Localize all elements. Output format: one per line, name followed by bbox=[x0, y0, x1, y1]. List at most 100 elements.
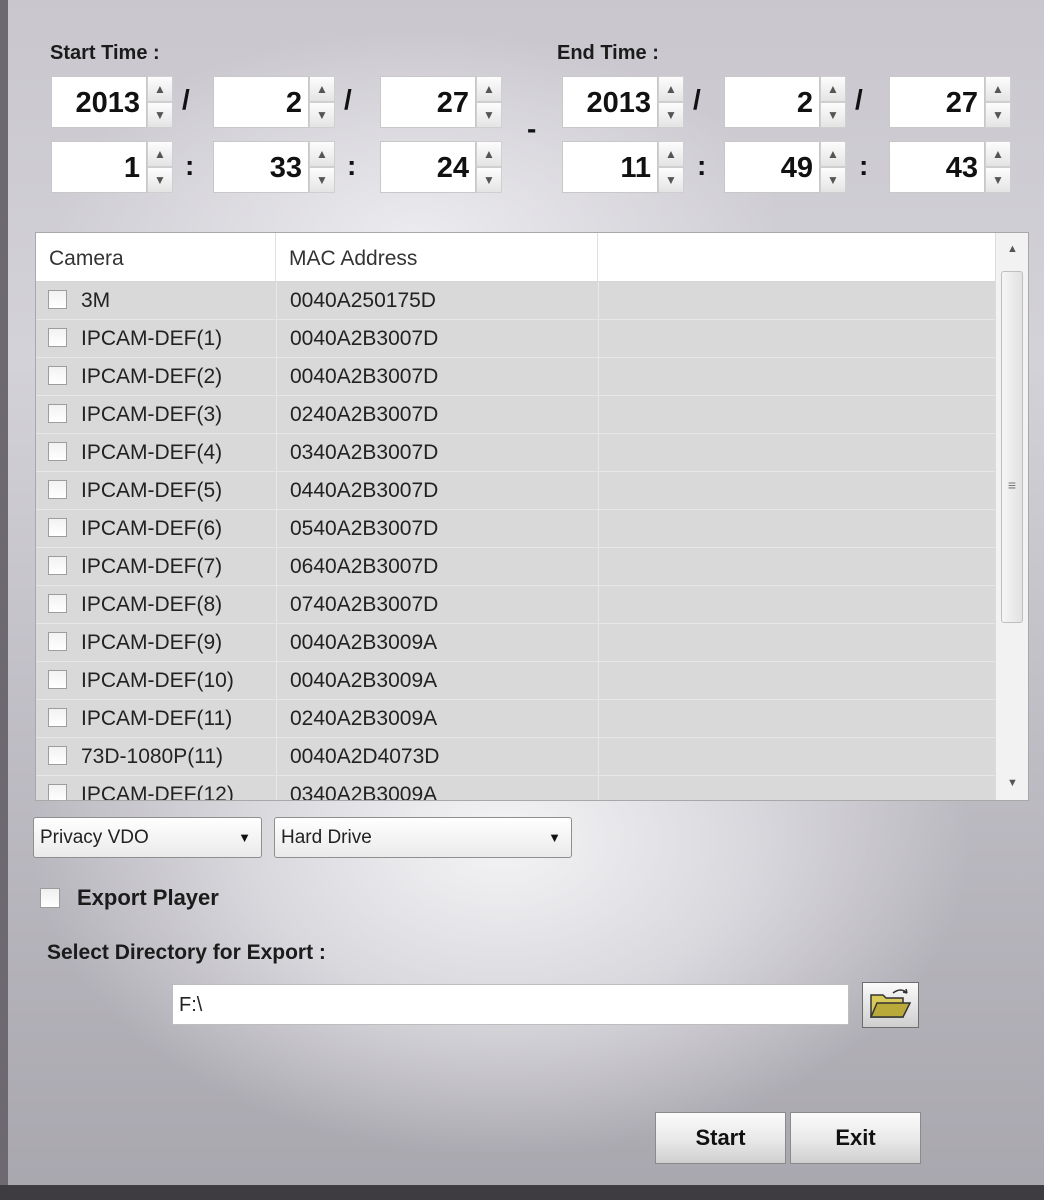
spin-up-icon[interactable]: ▲ bbox=[985, 141, 1011, 167]
end-day-spinner[interactable]: ▲ ▼ bbox=[985, 76, 1011, 128]
end-hour-field[interactable]: 11 bbox=[562, 141, 658, 193]
start-minute-spinner[interactable]: ▲ ▼ bbox=[309, 141, 335, 193]
row-checkbox[interactable] bbox=[48, 670, 67, 689]
camera-cell: IPCAM-DEF(10) bbox=[36, 662, 277, 699]
row-checkbox[interactable] bbox=[48, 328, 67, 347]
table-row[interactable]: IPCAM-DEF(7) 0640A2B3007D bbox=[36, 548, 997, 586]
start-hour-field[interactable]: 1 bbox=[51, 141, 147, 193]
spin-down-icon[interactable]: ▼ bbox=[147, 102, 173, 128]
table-row[interactable]: IPCAM-DEF(5) 0440A2B3007D bbox=[36, 472, 997, 510]
table-row[interactable]: IPCAM-DEF(11) 0240A2B3009A bbox=[36, 700, 997, 738]
table-row[interactable]: 3M 0040A250175D bbox=[36, 282, 997, 320]
spin-down-icon[interactable]: ▼ bbox=[476, 102, 502, 128]
start-month-field[interactable]: 2 bbox=[213, 76, 309, 128]
start-day-field[interactable]: 27 bbox=[380, 76, 476, 128]
row-checkbox[interactable] bbox=[48, 404, 67, 423]
row-checkbox[interactable] bbox=[48, 518, 67, 537]
export-directory-input[interactable]: F:\ bbox=[172, 984, 849, 1025]
spin-down-icon[interactable]: ▼ bbox=[820, 102, 846, 128]
vertical-scrollbar[interactable]: ▲ ≡ ▼ bbox=[995, 233, 1028, 800]
spin-up-icon[interactable]: ▲ bbox=[476, 76, 502, 102]
end-minute-field[interactable]: 49 bbox=[724, 141, 820, 193]
end-year-spinner[interactable]: ▲ ▼ bbox=[658, 76, 684, 128]
scroll-up-icon[interactable]: ▲ bbox=[996, 233, 1028, 266]
end-month-spinner[interactable]: ▲ ▼ bbox=[820, 76, 846, 128]
table-row[interactable]: IPCAM-DEF(1) 0040A2B3007D bbox=[36, 320, 997, 358]
table-row[interactable]: IPCAM-DEF(12) 0340A2B3009A bbox=[36, 776, 997, 801]
spin-up-icon[interactable]: ▲ bbox=[658, 141, 684, 167]
start-button[interactable]: Start bbox=[655, 1112, 786, 1164]
camera-cell: IPCAM-DEF(7) bbox=[36, 548, 277, 585]
start-second-field[interactable]: 24 bbox=[380, 141, 476, 193]
spin-up-icon[interactable]: ▲ bbox=[147, 141, 173, 167]
spin-down-icon[interactable]: ▼ bbox=[985, 167, 1011, 193]
start-minute-field[interactable]: 33 bbox=[213, 141, 309, 193]
column-header-mac[interactable]: MAC Address bbox=[276, 233, 598, 281]
table-row[interactable]: IPCAM-DEF(8) 0740A2B3007D bbox=[36, 586, 997, 624]
scrollbar-thumb[interactable]: ≡ bbox=[1001, 271, 1023, 623]
spin-down-icon[interactable]: ▼ bbox=[476, 167, 502, 193]
end-month-field[interactable]: 2 bbox=[724, 76, 820, 128]
column-header-camera[interactable]: Camera bbox=[36, 233, 276, 281]
table-row[interactable]: 73D-1080P(11) 0040A2D4073D bbox=[36, 738, 997, 776]
export-player-label: Export Player bbox=[77, 885, 219, 910]
table-row[interactable]: IPCAM-DEF(10) 0040A2B3009A bbox=[36, 662, 997, 700]
end-second-spinner[interactable]: ▲ ▼ bbox=[985, 141, 1011, 193]
spin-up-icon[interactable]: ▲ bbox=[820, 76, 846, 102]
row-checkbox[interactable] bbox=[48, 594, 67, 613]
destination-dropdown[interactable]: Hard Drive ▼ bbox=[274, 817, 572, 858]
spin-down-icon[interactable]: ▼ bbox=[820, 167, 846, 193]
spin-up-icon[interactable]: ▲ bbox=[476, 141, 502, 167]
row-checkbox[interactable] bbox=[48, 708, 67, 727]
spin-up-icon[interactable]: ▲ bbox=[309, 76, 335, 102]
row-checkbox[interactable] bbox=[48, 632, 67, 651]
scroll-down-icon[interactable]: ▼ bbox=[996, 767, 1028, 800]
camera-name: IPCAM-DEF(4) bbox=[81, 441, 223, 464]
end-second-field[interactable]: 43 bbox=[889, 141, 985, 193]
row-checkbox[interactable] bbox=[48, 556, 67, 575]
start-second-spinner[interactable]: ▲ ▼ bbox=[476, 141, 502, 193]
start-year-spinner[interactable]: ▲ ▼ bbox=[147, 76, 173, 128]
row-checkbox[interactable] bbox=[48, 784, 67, 800]
row-checkbox[interactable] bbox=[48, 442, 67, 461]
end-minute-spinner[interactable]: ▲ ▼ bbox=[820, 141, 846, 193]
time-separator: : bbox=[859, 150, 869, 181]
start-year-field[interactable]: 2013 bbox=[51, 76, 147, 128]
end-year-field[interactable]: 2013 bbox=[562, 76, 658, 128]
spin-down-icon[interactable]: ▼ bbox=[309, 167, 335, 193]
table-row[interactable]: IPCAM-DEF(4) 0340A2B3007D bbox=[36, 434, 997, 472]
camera-name: IPCAM-DEF(3) bbox=[81, 403, 223, 426]
row-checkbox[interactable] bbox=[48, 366, 67, 385]
spin-up-icon[interactable]: ▲ bbox=[985, 76, 1011, 102]
row-checkbox[interactable] bbox=[48, 480, 67, 499]
camera-name: IPCAM-DEF(12) bbox=[81, 783, 234, 801]
row-checkbox[interactable] bbox=[48, 290, 67, 309]
end-day-field[interactable]: 27 bbox=[889, 76, 985, 128]
start-hour-spinner[interactable]: ▲ ▼ bbox=[147, 141, 173, 193]
table-row[interactable]: IPCAM-DEF(9) 0040A2B3009A bbox=[36, 624, 997, 662]
camera-table[interactable]: Camera MAC Address 3M 0040A250175D IPCAM-D… bbox=[35, 232, 1029, 801]
spin-down-icon[interactable]: ▼ bbox=[309, 102, 335, 128]
start-month-spinner[interactable]: ▲ ▼ bbox=[309, 76, 335, 128]
table-row[interactable]: IPCAM-DEF(6) 0540A2B3007D bbox=[36, 510, 997, 548]
row-checkbox[interactable] bbox=[48, 746, 67, 765]
export-player-checkbox[interactable] bbox=[40, 888, 60, 908]
spin-up-icon[interactable]: ▲ bbox=[820, 141, 846, 167]
start-day-spinner[interactable]: ▲ ▼ bbox=[476, 76, 502, 128]
table-row[interactable]: IPCAM-DEF(3) 0240A2B3007D bbox=[36, 396, 997, 434]
mac-address: 0440A2B3007D bbox=[290, 479, 439, 502]
window-frame-left bbox=[0, 0, 8, 1200]
exit-button[interactable]: Exit bbox=[790, 1112, 921, 1164]
spin-up-icon[interactable]: ▲ bbox=[147, 76, 173, 102]
spin-up-icon[interactable]: ▲ bbox=[658, 76, 684, 102]
browse-folder-button[interactable] bbox=[862, 982, 919, 1028]
spin-down-icon[interactable]: ▼ bbox=[985, 102, 1011, 128]
spin-down-icon[interactable]: ▼ bbox=[658, 102, 684, 128]
spin-down-icon[interactable]: ▼ bbox=[147, 167, 173, 193]
time-separator: : bbox=[347, 150, 357, 181]
format-dropdown[interactable]: Privacy VDO ▼ bbox=[33, 817, 262, 858]
end-hour-spinner[interactable]: ▲ ▼ bbox=[658, 141, 684, 193]
spin-down-icon[interactable]: ▼ bbox=[658, 167, 684, 193]
spin-up-icon[interactable]: ▲ bbox=[309, 141, 335, 167]
table-row[interactable]: IPCAM-DEF(2) 0040A2B3007D bbox=[36, 358, 997, 396]
